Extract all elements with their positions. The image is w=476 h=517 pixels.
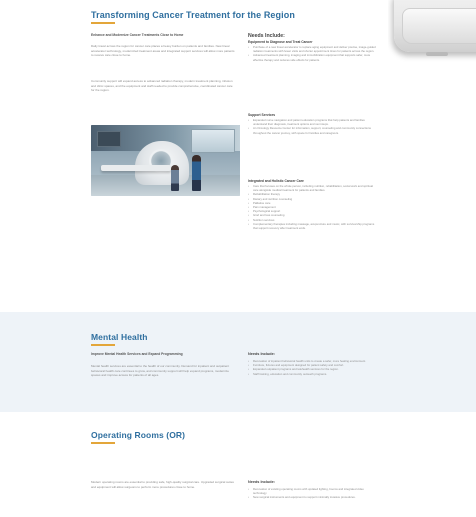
- list-item: Purchase of a new linear accelerator to …: [248, 45, 376, 53]
- operating-rooms-paragraph: Modern operating rooms are essential to …: [91, 480, 234, 489]
- cancer-group-title-equipment: Equipment to Diagnose and Treat Cancer: [248, 40, 313, 44]
- cancer-group-title-integrated: Integrated and Holistic Cancer Care: [248, 179, 304, 183]
- list-item: Renovation of existing operating rooms w…: [248, 487, 376, 495]
- cancer-title: Transforming Cancer Treatment for the Re…: [91, 10, 295, 20]
- mental-health-title: Mental Health: [91, 332, 148, 342]
- operating-rooms-title: Operating Rooms (OR): [91, 430, 186, 440]
- list-item: Complementary therapies including massag…: [248, 222, 376, 230]
- mental-health-section: Mental Health Improve Mental Health Serv…: [0, 312, 476, 412]
- treatment-room-photo: [91, 125, 240, 196]
- list-item: Expanded nurse navigation and patient ed…: [248, 118, 376, 126]
- list-item: Staff training, education and community …: [248, 372, 376, 376]
- cancer-needs-heading: Needs Include:: [248, 33, 285, 39]
- cancer-paragraph-1: Daily travel across the region for cance…: [91, 44, 235, 58]
- operating-rooms-list: Renovation of existing operating rooms w…: [248, 487, 376, 500]
- mental-health-needs-heading: Needs Include:: [248, 352, 276, 356]
- cancer-integrated-list: Care that focuses on the whole person, i…: [248, 184, 376, 230]
- operating-rooms-needs-heading: Needs Include:: [248, 480, 276, 484]
- list-item: Care that focuses on the whole person, i…: [248, 184, 376, 192]
- mental-health-underline: [91, 344, 115, 346]
- list-item: An Oncology Resource Center for informat…: [248, 126, 376, 134]
- cancer-paragraph-2: Community support will expand access to …: [91, 79, 233, 93]
- mental-health-list: Renovation of inpatient behavioral healt…: [248, 359, 376, 376]
- operating-rooms-section: Operating Rooms (OR) Modern operating ro…: [0, 412, 476, 517]
- page: Transforming Cancer Treatment for the Re…: [0, 0, 476, 517]
- mental-health-subtitle: Improve Mental Health Services and Expan…: [91, 352, 183, 356]
- medical-device-photo: [388, 0, 476, 62]
- mental-health-paragraph: Mental health services are essential to …: [91, 364, 230, 378]
- cancer-equipment-list: Purchase of a new linear accelerator to …: [248, 45, 376, 62]
- operating-rooms-underline: [91, 442, 115, 444]
- list-item: New surgical instruments and equipment t…: [248, 495, 376, 499]
- cancer-support-list: Expanded nurse navigation and patient ed…: [248, 118, 376, 135]
- list-item: Advanced treatment planning, imaging and…: [248, 53, 376, 61]
- cancer-subtitle: Enhance and Modernize Cancer Treatments …: [91, 33, 184, 37]
- cancer-group-title-support: Support Services: [248, 113, 276, 117]
- cancer-title-underline: [91, 22, 115, 24]
